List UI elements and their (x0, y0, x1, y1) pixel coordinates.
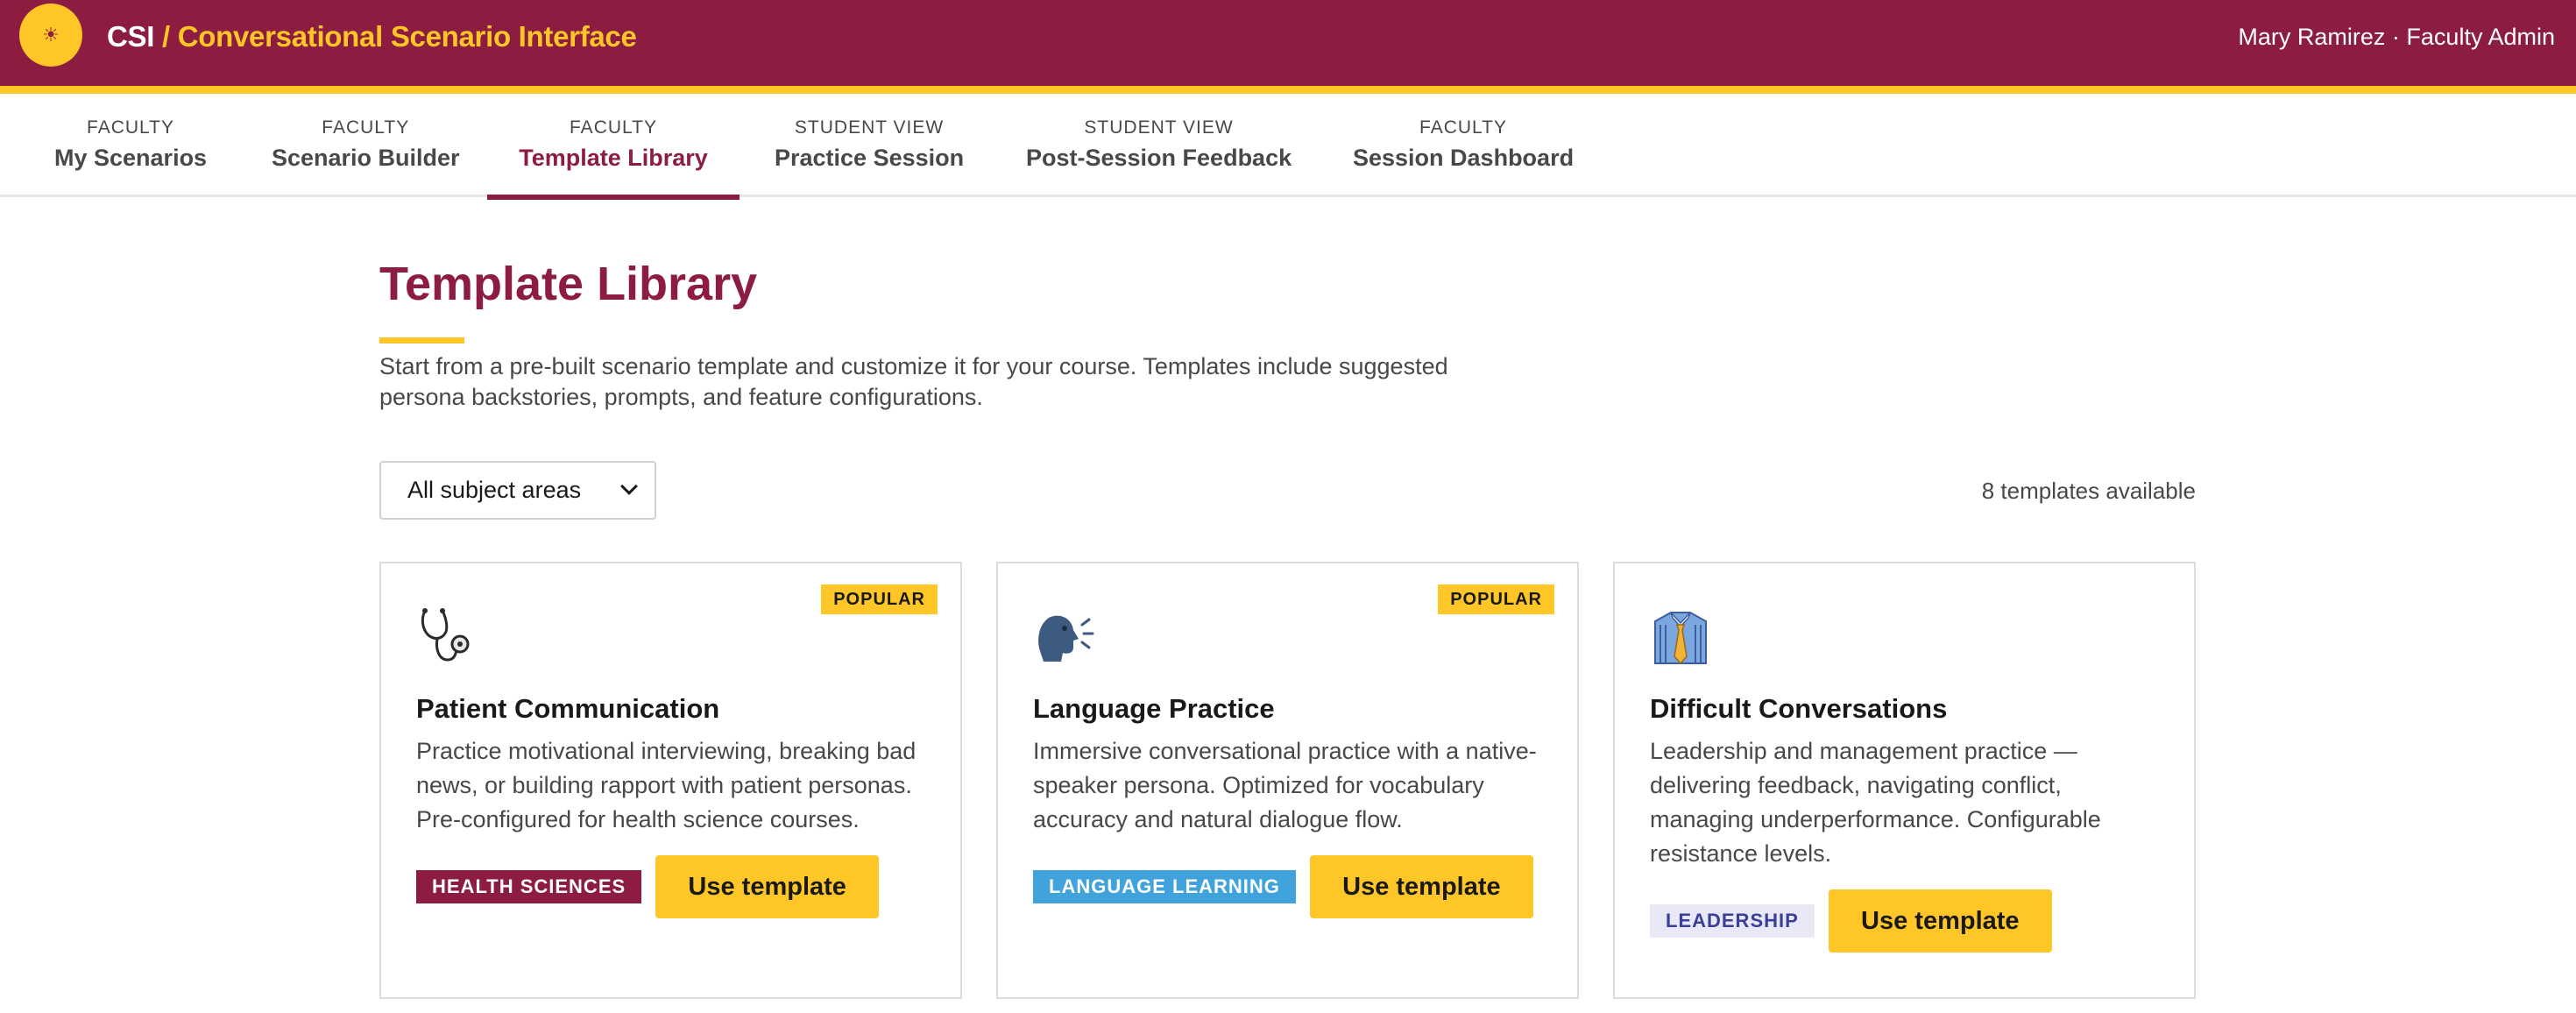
card-footer: LEADERSHIP Use template (1650, 889, 2052, 953)
tab-practice-session[interactable]: STUDENT VIEW Practice Session (740, 94, 999, 197)
popular-badge: POPULAR (1438, 584, 1554, 614)
tab-kind: FACULTY (570, 117, 657, 138)
subject-tag: LEADERSHIP (1650, 904, 1815, 938)
page-title: Template Library (379, 258, 758, 310)
tab-my-scenarios[interactable]: FACULTY My Scenarios (19, 94, 242, 197)
template-card-difficult-conversations[interactable]: Difficult Conversations Leadership and m… (1613, 562, 2196, 999)
tab-kind: FACULTY (322, 117, 410, 138)
tab-label: My Scenarios (54, 145, 208, 171)
shirt-tie-icon (1654, 612, 1707, 665)
brand-short: CSI (107, 20, 155, 53)
app-header: ☀ CSI / Conversational Scenario Interfac… (0, 0, 2576, 86)
card-title: Language Practice (1033, 693, 1275, 724)
chevron-down-icon (620, 478, 638, 495)
use-template-button[interactable]: Use template (1828, 889, 2052, 953)
tab-label: Scenario Builder (272, 145, 460, 171)
template-card-language-practice[interactable]: POPULAR Language Practice Immersive conv… (996, 562, 1579, 999)
tab-label: Template Library (519, 145, 708, 171)
header-accent-stripe (0, 86, 2576, 94)
card-description: Immersive conversational practice with a… (1033, 738, 1537, 832)
app-brand: CSI / Conversational Scenario Interface (107, 19, 637, 54)
tab-session-dashboard[interactable]: FACULTY Session Dashboard (1318, 94, 1609, 197)
main-nav-tabs: FACULTY My Scenarios FACULTY Scenario Bu… (0, 94, 2576, 200)
tab-scenario-builder[interactable]: FACULTY Scenario Builder (237, 94, 495, 197)
tab-post-session-feedback[interactable]: STUDENT VIEW Post-Session Feedback (991, 94, 1327, 197)
tab-label: Practice Session (775, 145, 965, 171)
templates-count: 8 templates available (1981, 478, 2196, 504)
sun-logo-icon[interactable]: ☀ (19, 4, 82, 67)
tab-kind: FACULTY (87, 117, 175, 138)
card-footer: LANGUAGE LEARNING Use template (1033, 855, 1533, 918)
brand-full-name: Conversational Scenario Interface (177, 20, 637, 53)
card-title: Patient Communication (416, 693, 720, 724)
title-underline (379, 337, 464, 344)
tab-kind: STUDENT VIEW (794, 117, 945, 138)
page-intro: Start from a pre-built scenario template… (379, 353, 1448, 410)
card-title: Difficult Conversations (1650, 693, 1948, 724)
user-role-label[interactable]: Mary Ramirez · Faculty Admin (2238, 21, 2555, 53)
use-template-button[interactable]: Use template (655, 855, 880, 918)
tab-kind: STUDENT VIEW (1084, 117, 1234, 138)
popular-badge: POPULAR (821, 584, 938, 614)
subject-area-value: All subject areas (407, 477, 582, 503)
subject-area-select[interactable]: All subject areas (379, 461, 656, 520)
tab-label: Session Dashboard (1353, 145, 1575, 171)
use-template-button[interactable]: Use template (1309, 855, 1533, 918)
tab-template-library[interactable]: FACULTY Template Library (487, 94, 740, 200)
subject-tag: HEALTH SCIENCES (416, 870, 642, 903)
card-description: Leadership and management practice — del… (1650, 738, 2101, 867)
speaking-head-icon (1038, 615, 1094, 662)
card-footer: HEALTH SCIENCES Use template (416, 855, 880, 918)
card-description: Practice motivational interviewing, brea… (416, 738, 916, 832)
brand-separator: / (162, 20, 170, 53)
tab-kind: FACULTY (1419, 117, 1508, 138)
logo-glyph: ☀ (42, 24, 60, 46)
stethoscope-icon (421, 608, 470, 662)
subject-tag: LANGUAGE LEARNING (1033, 870, 1296, 903)
template-card-patient-communication[interactable]: POPULAR Patient Communication Practice m… (379, 562, 962, 999)
tab-label: Post-Session Feedback (1026, 145, 1292, 171)
